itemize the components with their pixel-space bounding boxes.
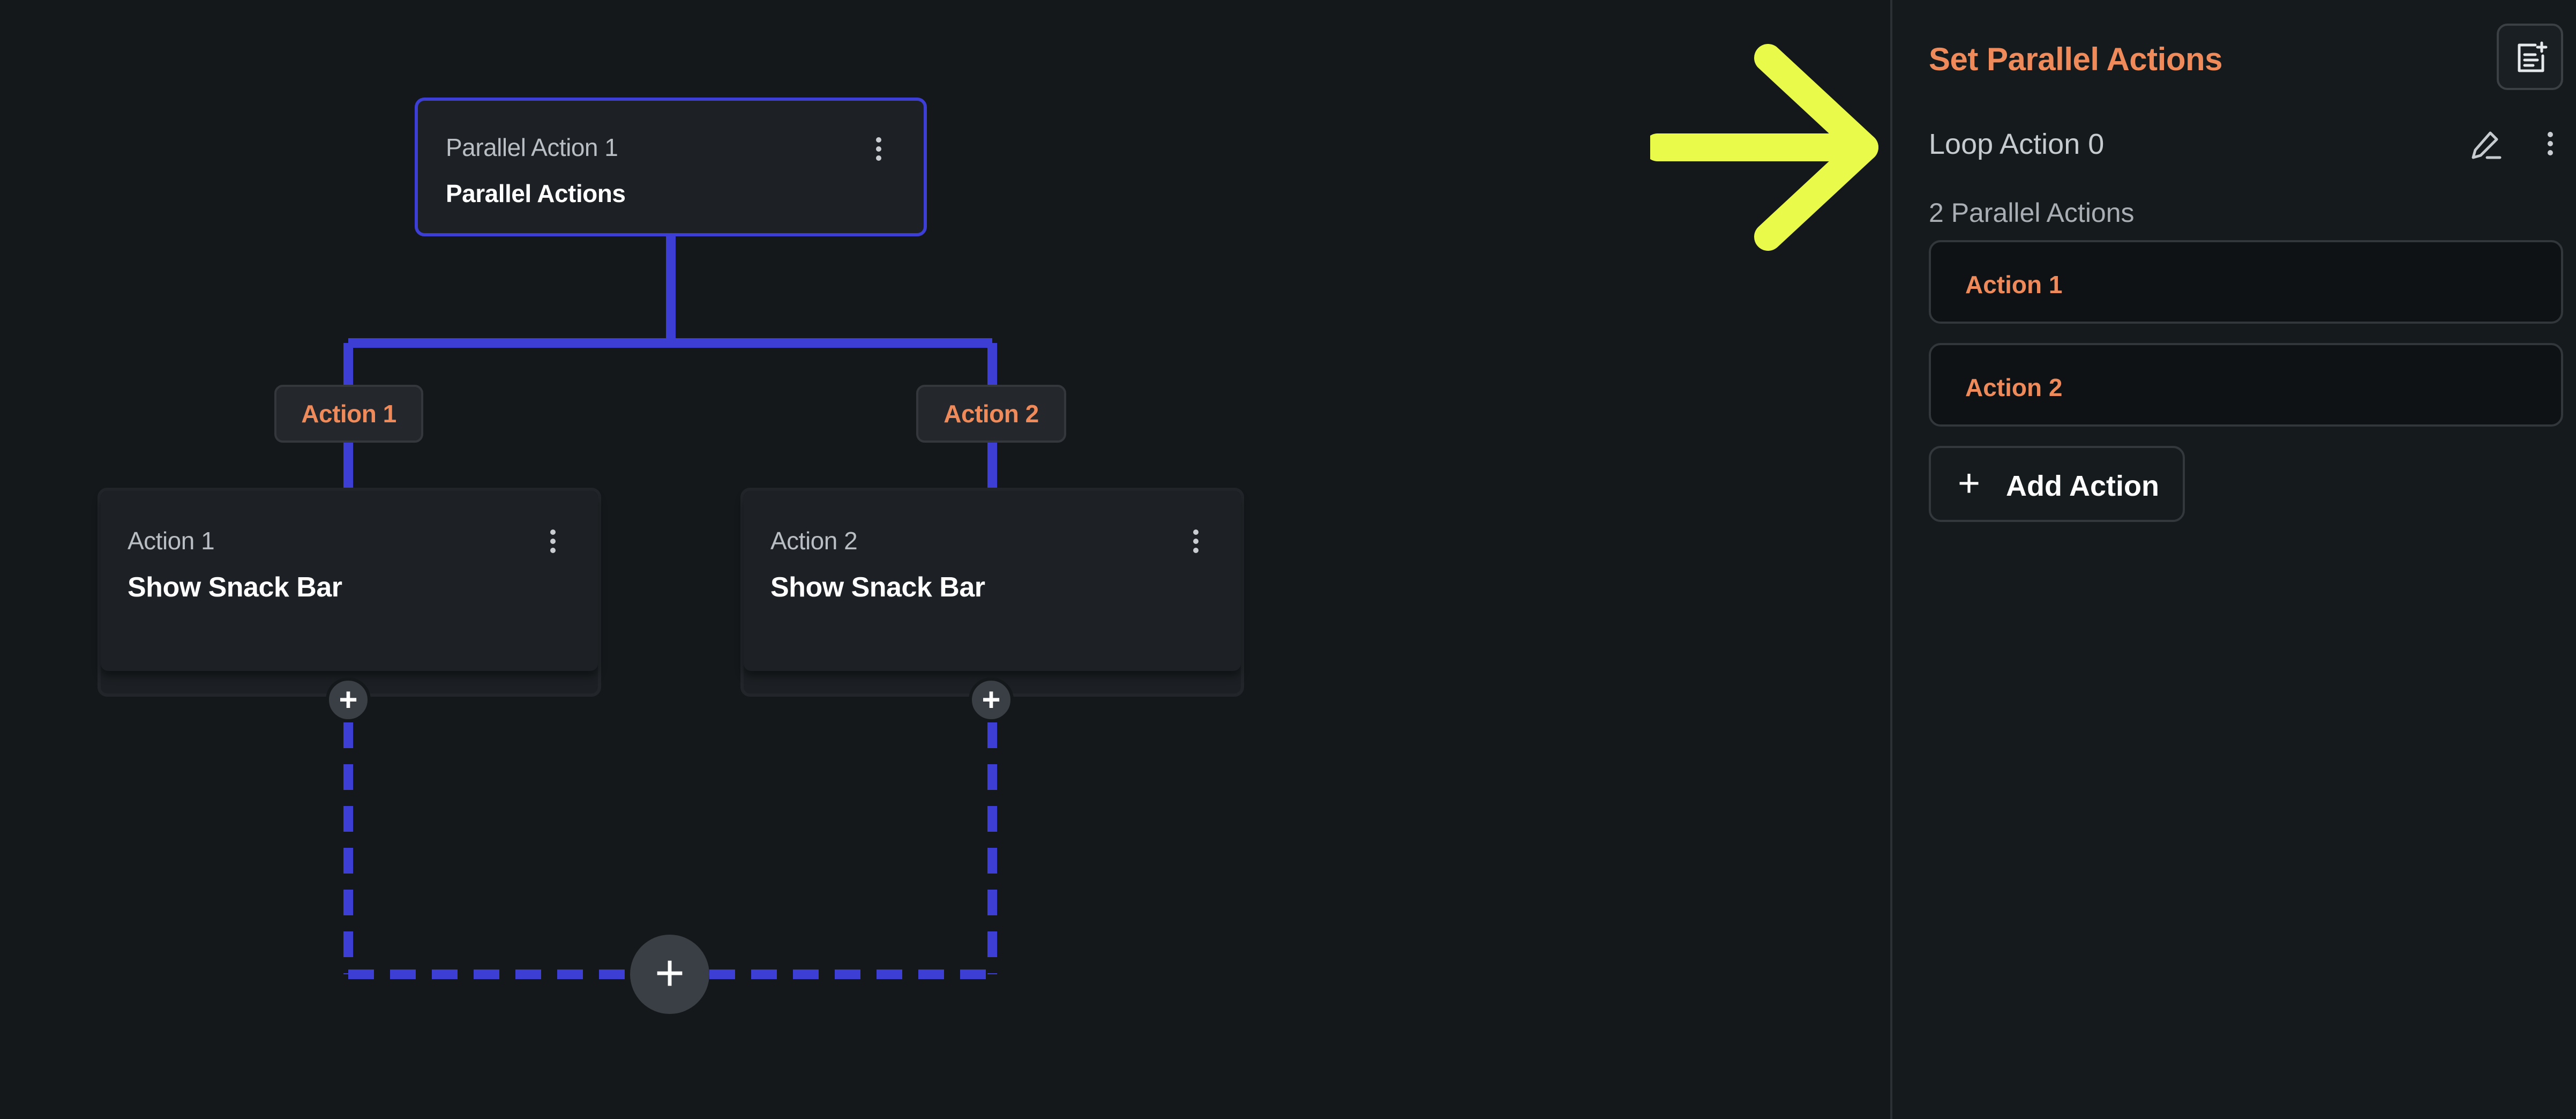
more-options-icon[interactable] — [2540, 128, 2561, 160]
node-subtitle: Action 1 — [128, 527, 215, 555]
node-title: Show Snack Bar — [128, 572, 342, 603]
note-add-icon — [2518, 41, 2548, 72]
arrow-right-icon — [1650, 44, 1878, 251]
properties-panel: Set Parallel Actions Loop Action 0 2 Par… — [1890, 0, 2576, 1119]
branch-label-action-1[interactable]: Action 1 — [274, 385, 423, 443]
action-flow-canvas[interactable]: Parallel Action 1 Parallel Actions Actio… — [0, 0, 1890, 1119]
node-title: Show Snack Bar — [770, 572, 985, 603]
add-note-button[interactable] — [2497, 24, 2563, 90]
plus-icon: + — [1958, 462, 1981, 505]
action-list-item-label: Action 2 — [1965, 374, 2063, 401]
parallel-action-node[interactable]: Parallel Action 1 Parallel Actions — [415, 98, 927, 236]
node-title: Parallel Actions — [446, 180, 626, 207]
action-list-item-1[interactable]: Action 1 — [1929, 240, 2563, 324]
add-step-after-action-1-button[interactable]: + — [326, 677, 371, 722]
add-step-after-parallel-button[interactable]: + — [630, 935, 709, 1014]
action-node-1[interactable]: Action 1 Show Snack Bar — [98, 488, 601, 697]
panel-title: Set Parallel Actions — [1929, 41, 2223, 77]
branch-label-action-2[interactable]: Action 2 — [916, 385, 1066, 443]
action-node-2[interactable]: Action 2 Show Snack Bar — [740, 488, 1244, 697]
action-list-item-2[interactable]: Action 2 — [1929, 343, 2563, 427]
action-node-card: Action 2 Show Snack Bar — [744, 491, 1241, 671]
node-subtitle: Action 2 — [770, 527, 858, 555]
action-list-item-label: Action 1 — [1965, 271, 2063, 299]
add-step-after-action-2-button[interactable]: + — [969, 677, 1014, 722]
node-subtitle: Parallel Action 1 — [446, 133, 618, 161]
action-node-card: Action 1 Show Snack Bar — [101, 491, 598, 671]
loop-action-label: Loop Action 0 — [1929, 128, 2105, 160]
pencil-icon[interactable] — [2469, 128, 2503, 162]
add-action-button[interactable]: + Add Action — [1929, 446, 2185, 522]
more-options-icon[interactable] — [1185, 525, 1207, 557]
more-options-icon[interactable] — [868, 133, 889, 165]
add-action-label: Add Action — [2006, 470, 2159, 502]
more-options-icon[interactable] — [542, 525, 564, 557]
parallel-actions-count: 2 Parallel Actions — [1929, 198, 2135, 228]
